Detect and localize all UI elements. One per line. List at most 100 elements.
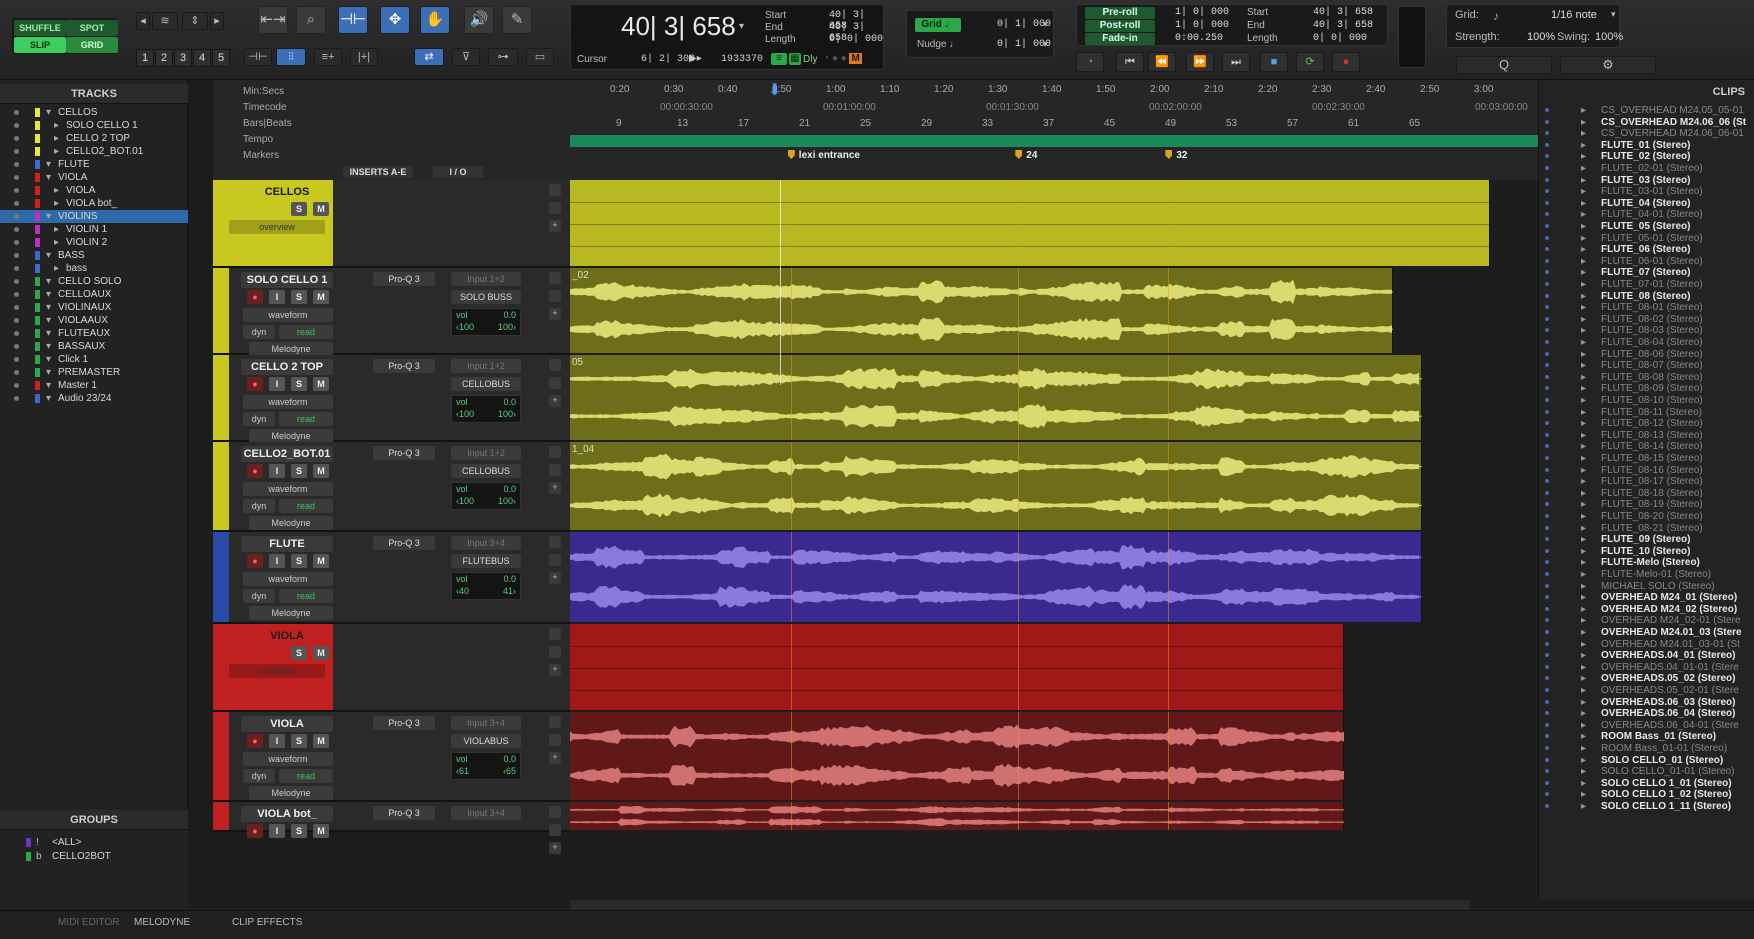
folder-expand-icon[interactable]: ▾ (46, 171, 51, 184)
solo-button[interactable]: S (291, 290, 307, 304)
input-monitor-button[interactable]: I (269, 290, 285, 304)
folder-expand-icon[interactable]: ▾ (46, 340, 51, 353)
track-header[interactable]: CELLO 2 TOP S M ● Iwaveform dyn read Melodyne CE… (213, 355, 570, 443)
comments-icon[interactable] (549, 202, 561, 214)
track-color-strip[interactable] (213, 180, 229, 266)
group-item[interactable]: b CELLO2BOT (0, 850, 188, 863)
comments-icon[interactable] (549, 554, 561, 566)
transport-length-value[interactable]: 0| 0| 000 (1313, 33, 1367, 44)
fast-forward-icon[interactable]: ⏩ (1186, 52, 1214, 72)
link-timeline-icon[interactable]: ⫶⫶ (276, 48, 306, 66)
folder-view-dropdown[interactable]: overview (229, 664, 325, 678)
track-header[interactable]: CELLOS S Moverview + (213, 180, 570, 268)
insert-slot[interactable]: Pro-Q 3 (373, 716, 435, 730)
track-header[interactable]: VIOLA S M ● Iwaveform dyn read Melodyne VIOLABUS… (213, 712, 570, 802)
track-visibility-icon[interactable] (14, 214, 19, 219)
track-options-icon[interactable] (549, 272, 561, 284)
mute-button[interactable]: M (313, 290, 329, 304)
trim-tool-icon[interactable]: ⊣⊢ (338, 6, 368, 34)
add-lane-icon[interactable]: + (549, 220, 561, 232)
track-list-item[interactable]: ▾ Click 1 (0, 353, 188, 366)
pan-left-value[interactable]: ‹100 (456, 322, 474, 332)
pan-right-value[interactable]: ‹65 (503, 766, 516, 776)
grid-dropdown-icon[interactable]: ▾ (1043, 19, 1048, 30)
track-list-item[interactable]: ▾ FLUTEAUX (0, 327, 188, 340)
folder-expand-icon[interactable]: ▾ (46, 158, 51, 171)
solo-button[interactable]: S (291, 464, 307, 478)
track-list-item[interactable]: ▸ VIOLA (0, 184, 188, 197)
mute-button[interactable]: M (313, 464, 329, 478)
comments-icon[interactable] (549, 377, 561, 389)
volume-value[interactable]: 0.0 (503, 574, 516, 584)
tab-clip-effects[interactable]: CLIP EFFECTS (232, 917, 302, 928)
online-icon[interactable]: ◔ (1076, 52, 1104, 72)
plugin-dropdown[interactable]: Melodyne (249, 786, 333, 800)
volume-pan-box[interactable]: vol 0.0 ‹61 ‹65 (451, 752, 521, 780)
track-list-item[interactable]: ▸ bass (0, 262, 188, 275)
track-visibility-icon[interactable] (14, 318, 19, 323)
inserts-header[interactable]: INSERTS A-E (343, 166, 413, 178)
track-options-icon[interactable] (549, 446, 561, 458)
track-visibility-icon[interactable] (14, 201, 19, 206)
track-visibility-icon[interactable] (14, 344, 19, 349)
plugin-dropdown[interactable]: Melodyne (249, 429, 333, 443)
record-icon[interactable]: ● (1332, 52, 1360, 72)
audio-clip[interactable] (570, 624, 1345, 710)
zoom-preset-5[interactable]: 5 (212, 49, 230, 67)
ruler-label-minsecs[interactable]: Min:Secs (243, 86, 284, 97)
solo-button[interactable]: S (291, 377, 307, 391)
pencil-icon[interactable]: ✎ (502, 6, 532, 34)
playhead-icon[interactable]: ⬇ (768, 80, 792, 104)
automation-param-dropdown[interactable]: dyn (243, 499, 275, 513)
zoom-out-icon[interactable]: ◂ (136, 12, 150, 30)
input-selector[interactable]: Input 1+2 (451, 272, 521, 286)
plugin-dropdown[interactable]: Melodyne (249, 342, 333, 356)
track-list-item[interactable]: ▸ CELLO2_BOT.01 (0, 145, 188, 158)
track-view-dropdown[interactable]: waveform (243, 752, 333, 766)
track-list-item[interactable]: ▾ CELLOAUX (0, 288, 188, 301)
folder-expand-icon[interactable]: ▾ (46, 353, 51, 366)
track-list-item[interactable]: ▾ Master 1 (0, 379, 188, 392)
track-name[interactable]: SOLO CELLO 1 (241, 272, 333, 288)
folder-expand-icon[interactable]: ▾ (46, 379, 51, 392)
track-name[interactable]: FLUTE (241, 536, 333, 552)
track-header[interactable]: VIOLA S Moverview + (213, 624, 570, 712)
folder-expand-icon[interactable]: ▾ (46, 249, 51, 262)
track-expand-icon[interactable]: ▸ (54, 132, 59, 145)
track-list-item[interactable]: ▾ VIOLA (0, 171, 188, 184)
track-list-item[interactable]: ▾ Audio 23/24 (0, 392, 188, 405)
strength-value[interactable]: 100% (1527, 31, 1555, 43)
track-name[interactable]: VIOLA bot_ (241, 806, 333, 822)
mute-button[interactable]: M (313, 377, 329, 391)
clip-expand-icon[interactable]: ▸ (1581, 800, 1586, 813)
markers-ruler[interactable]: lexi entrance 24 32 (570, 150, 1538, 166)
smart-tool-icon[interactable]: ✥ (380, 6, 410, 34)
volume-pan-box[interactable]: vol 0.0 ‹100 100› (451, 308, 521, 336)
input-monitor-button[interactable]: I (269, 824, 285, 838)
track-list-item[interactable]: ▸ VIOLIN 1 (0, 223, 188, 236)
comments-icon[interactable] (549, 734, 561, 746)
track-name[interactable]: VIOLA (241, 628, 333, 644)
automation-mode-dropdown[interactable]: read (279, 325, 333, 339)
pan-left-value[interactable]: ‹100 (456, 496, 474, 506)
comments-icon[interactable] (549, 290, 561, 302)
tab-melodyne[interactable]: MELODYNE (134, 917, 190, 928)
slip-mode-button[interactable]: SLIP (14, 37, 66, 53)
track-expand-icon[interactable]: ▸ (54, 236, 59, 249)
track-name[interactable]: CELLO2_BOT.01 (241, 446, 333, 462)
wave-zoom-icon[interactable]: ≋ (152, 12, 178, 30)
track-options-icon[interactable] (549, 184, 561, 196)
track-visibility-icon[interactable] (14, 370, 19, 375)
track-options-icon[interactable] (549, 536, 561, 548)
volume-value[interactable]: 0.0 (503, 754, 516, 764)
nudge-dropdown-icon[interactable]: ▾ (1043, 39, 1048, 50)
minsecs-ruler[interactable]: 0:20 0:30 0:40 0:50 1:00 1:10 1:20 1:30 1:40 1:50… (570, 84, 1538, 100)
input-monitor-button[interactable]: I (269, 377, 285, 391)
insert-slot[interactable]: Pro-Q 3 (373, 272, 435, 286)
track-color-strip[interactable] (213, 624, 229, 710)
track-color-strip[interactable] (213, 532, 229, 622)
record-arm-button[interactable]: ● (247, 734, 263, 748)
track-list-item[interactable]: ▾ BASSAUX (0, 340, 188, 353)
track-options-icon[interactable] (549, 806, 561, 818)
counter-dropdown-icon[interactable]: ▾ (739, 21, 744, 32)
